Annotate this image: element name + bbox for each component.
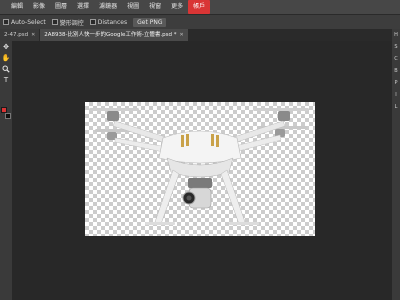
tab-document-1[interactable]: 2-47.psd ✕	[0, 29, 40, 41]
move-tool-icon[interactable]: ✥	[0, 41, 12, 52]
transform-checkbox[interactable]	[51, 19, 58, 25]
canvas-workspace[interactable]	[12, 41, 392, 300]
propeller-blade	[253, 108, 309, 111]
panel-tab[interactable]: B	[392, 65, 400, 77]
menu-image[interactable]: 影像	[28, 0, 50, 14]
transform-option[interactable]: 變形調控	[51, 18, 84, 27]
menu-account[interactable]: 帳戶	[188, 0, 211, 14]
panel-tab[interactable]: S	[392, 41, 400, 53]
options-bar: Auto-Select 變形調控 Distances Get PNG	[0, 14, 400, 29]
get-png-option[interactable]: Get PNG	[133, 17, 167, 27]
color-swatches[interactable]	[1, 107, 11, 121]
auto-select-option[interactable]: Auto-Select	[3, 19, 46, 26]
tab-document-2[interactable]: 2A8938-比別人快一步的Google工作術-立體書.psd * ✕	[40, 29, 188, 41]
hand-tool-icon[interactable]: ✋	[0, 52, 12, 63]
drone-body	[158, 130, 242, 164]
photo-editor-window: 編輯 影像 圖層 選擇 濾鏡器 視圖 視窗 更多 帳戶 Auto-Select …	[0, 0, 400, 300]
motor	[107, 111, 119, 121]
document-canvas[interactable]	[85, 102, 315, 236]
menu-filter[interactable]: 濾鏡器	[94, 0, 122, 14]
landing-leg	[154, 169, 180, 225]
menu-window[interactable]: 視窗	[144, 0, 166, 14]
panel-tab[interactable]: H	[392, 29, 400, 41]
menu-view[interactable]: 視圖	[122, 0, 144, 14]
panel-tab[interactable]: I	[392, 89, 400, 101]
gold-stripe	[181, 135, 184, 147]
gold-stripe	[211, 134, 214, 146]
panel-tab[interactable]: C	[392, 53, 400, 65]
tools-panel: ✥ ✋ T	[0, 41, 12, 300]
right-panel: H S C B P I L	[392, 29, 400, 300]
menu-layer[interactable]: 圖層	[50, 0, 72, 14]
background-color-swatch[interactable]	[5, 113, 11, 119]
distances-checkbox[interactable]	[89, 19, 96, 25]
menu-edit[interactable]: 編輯	[6, 0, 28, 14]
gold-stripe	[216, 135, 219, 147]
auto-select-label: Auto-Select	[11, 18, 46, 26]
type-tool-icon[interactable]: T	[0, 74, 12, 85]
menu-bar: 編輯 影像 圖層 選擇 濾鏡器 視圖 視窗 更多 帳戶	[0, 0, 400, 14]
panel-tab[interactable]: P	[392, 77, 400, 89]
menu-select[interactable]: 選擇	[72, 0, 94, 14]
gold-stripe	[186, 134, 189, 146]
drone-image	[89, 108, 309, 225]
menu-more[interactable]: 更多	[166, 0, 188, 14]
panel-tab[interactable]: L	[392, 101, 400, 113]
transform-label: 變形調控	[59, 19, 84, 27]
camera-lens-inner	[186, 195, 192, 201]
close-icon[interactable]: ✕	[31, 29, 35, 41]
distances-option[interactable]: Distances	[89, 18, 128, 26]
zoom-tool-icon[interactable]	[0, 63, 12, 74]
landing-skid	[145, 222, 175, 225]
propeller-blade	[89, 108, 139, 111]
auto-select-checkbox[interactable]	[3, 19, 9, 25]
landing-leg	[220, 169, 246, 225]
tab-label: 2A8938-比別人快一步的Google工作術-立體書.psd *	[44, 32, 177, 38]
close-icon[interactable]: ✕	[180, 29, 184, 41]
document-tabs: 2-47.psd ✕ 2A8938-比別人快一步的Google工作術-立體書.p…	[0, 29, 400, 41]
gimbal	[188, 178, 212, 188]
distances-label: Distances	[97, 18, 128, 26]
tab-label: 2-47.psd	[4, 32, 29, 38]
motor	[278, 111, 290, 121]
landing-skid	[229, 222, 259, 225]
foreground-color-swatch[interactable]	[1, 107, 7, 113]
magnifier-icon	[2, 65, 10, 73]
get-png-button[interactable]: Get PNG	[133, 17, 167, 27]
